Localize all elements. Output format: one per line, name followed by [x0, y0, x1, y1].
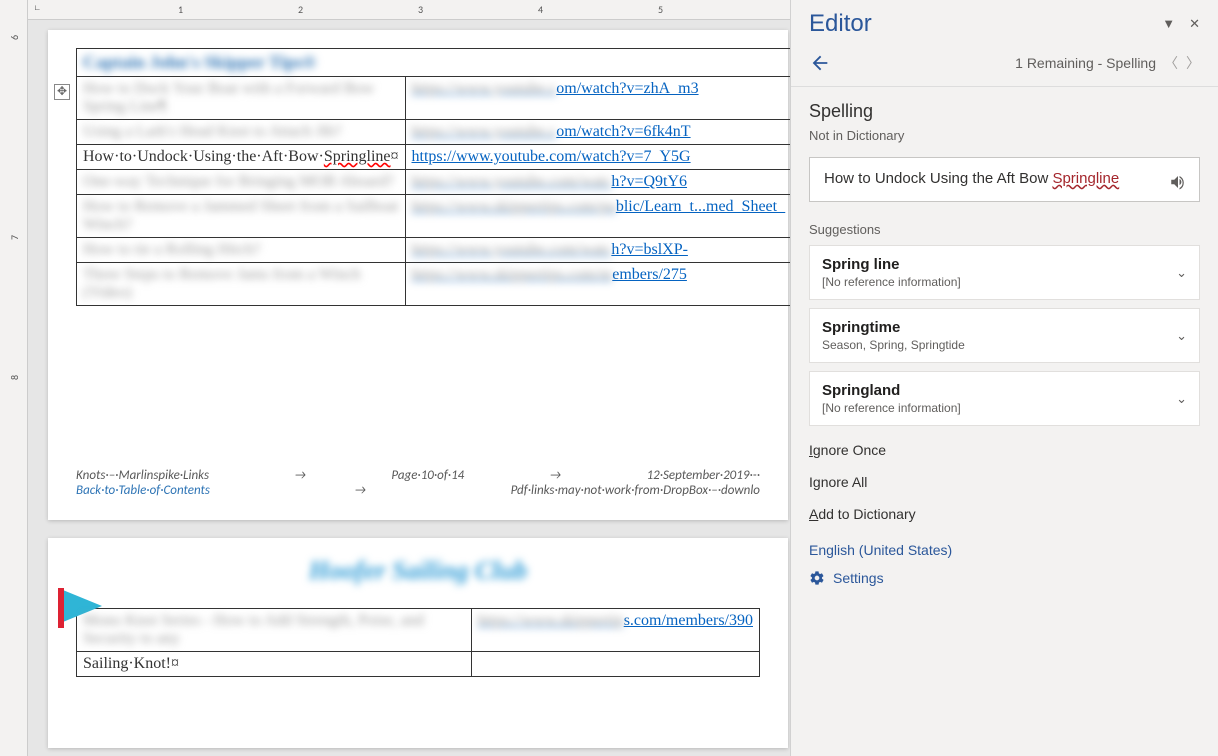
footer-page-number: Page·10·of·14 [391, 468, 464, 483]
table-move-handle-icon[interactable]: ✥ [54, 84, 70, 100]
back-button[interactable] [809, 52, 831, 74]
remaining-label: 1 Remaining - Spelling [1015, 55, 1156, 71]
vertical-ruler: 6 7 8 [0, 0, 28, 756]
vruler-label: 7 [8, 235, 21, 240]
ignore-all-button[interactable]: Ignore All [791, 466, 1218, 498]
table-cell: Using a Lark's Head Knot to Attach Jib? [77, 120, 406, 145]
table-cell-url[interactable]: https://www.youtube.com/watch?v=7_Y5G [405, 145, 790, 170]
links-table: Captain John's Skipper Tips® How to Dock… [76, 48, 790, 306]
section-heading: Spelling [791, 87, 1218, 128]
editor-pane: Editor ▼ ✕ 1 Remaining - Spelling 〈 〉 Sp… [790, 0, 1218, 756]
vruler-label: 8 [8, 375, 21, 380]
table-cell: One-way Technique for Bringing MOB Aboar… [77, 170, 406, 195]
context-sentence-box: How to Undock Using the Aft Bow Springli… [809, 157, 1200, 202]
ignore-once-button[interactable]: Ignore Once [791, 434, 1218, 466]
suggestion-word: Spring line [822, 256, 961, 273]
suggestion-word: Springland [822, 382, 961, 399]
page2-heading: Hoofer Sailing Club [76, 556, 760, 586]
read-aloud-button[interactable] [1169, 173, 1187, 191]
chevron-down-icon[interactable]: ⌄ [1176, 328, 1187, 344]
not-in-dictionary-label: Not in Dictionary [791, 128, 1218, 153]
suggestions-label: Suggestions [791, 216, 1218, 245]
table-heading: Captain John's Skipper Tips® [77, 49, 791, 77]
page-scroll[interactable]: ✥ Captain John's Skipper Tips® How to Do… [28, 20, 790, 756]
hruler-label: 5 [658, 3, 663, 16]
chevron-down-icon[interactable]: ⌄ [1176, 391, 1187, 407]
suggestion-info: [No reference information] [822, 401, 961, 415]
pane-dropdown-icon[interactable]: ▼ [1162, 16, 1175, 32]
footer-date: 12·September·2019·-· [647, 468, 760, 483]
settings-link[interactable]: Settings [791, 564, 1218, 600]
context-error-word: Springline [1052, 170, 1119, 187]
page-footer: Knots·–·Marlinspike·Links→ Page·10·of·14… [76, 468, 760, 498]
footer-note: Pdf·links·may·not·work·from·DropBox·–·do… [511, 483, 760, 498]
table-cell: How to Remove a Jammed Sheet from a Sail… [77, 195, 406, 238]
table-cell[interactable]: Sailing·Knot!¤ [77, 652, 472, 677]
suggestion-info: Season, Spring, Springtide [822, 338, 965, 352]
tab-marker-icon[interactable]: ∟ [34, 0, 41, 13]
hruler-label: 2 [298, 3, 303, 16]
hruler-label: 1 [178, 3, 183, 16]
speaker-icon [1169, 173, 1187, 191]
next-issue-button[interactable]: 〉 [1186, 53, 1200, 73]
horizontal-ruler: ∟ 1 2 3 4 5 [28, 0, 790, 20]
footer-left: Knots·–·Marlinspike·Links [76, 468, 209, 483]
suggestion-word: Springtime [822, 319, 965, 336]
spelling-error-word[interactable]: Springline [324, 148, 391, 165]
table-cell: Mono Knot Series - How to Add Strength, … [77, 609, 472, 652]
gear-icon [809, 570, 825, 586]
arrow-left-icon [809, 52, 831, 74]
hruler-label: 3 [418, 3, 423, 16]
suggestion-item[interactable]: Springtime Season, Spring, Springtide ⌄ [809, 308, 1200, 363]
close-icon[interactable]: ✕ [1189, 16, 1200, 32]
prev-issue-button[interactable]: 〈 [1164, 53, 1178, 73]
add-to-dictionary-button[interactable]: Add to Dictionary [791, 498, 1218, 530]
chevron-down-icon[interactable]: ⌄ [1176, 265, 1187, 281]
footer-toc-link[interactable]: Back·to·Table·of·Contents [76, 483, 210, 498]
vruler-label: 6 [8, 35, 21, 40]
document-area: 6 7 8 ∟ 1 2 3 4 5 ✥ Captain John's Skipp… [0, 0, 790, 756]
table-cell-flagged[interactable]: How·to·Undock·Using·the·Aft·Bow·Springli… [77, 145, 406, 170]
suggestion-info: [No reference information] [822, 275, 961, 289]
hruler-label: 4 [538, 3, 543, 16]
suggestion-item[interactable]: Spring line [No reference information] ⌄ [809, 245, 1200, 300]
table-cell: How to Dock Your Boat with a Forward Bow… [77, 77, 406, 120]
suggestion-item[interactable]: Springland [No reference information] ⌄ [809, 371, 1200, 426]
table-cell: How to tie a Rolling Hitch? [77, 238, 406, 263]
settings-label: Settings [833, 570, 884, 586]
page2-table: Mono Knot Series - How to Add Strength, … [76, 608, 760, 677]
table-cell: Three Steps to Remove Jams from a Winch … [77, 263, 406, 306]
page-2: Hoofer Sailing Club Mono Knot Series - H… [48, 538, 788, 748]
language-link[interactable]: English (United States) [791, 530, 1218, 564]
page-1: ✥ Captain John's Skipper Tips® How to Do… [48, 30, 788, 520]
context-text: How to Undock Using the Aft Bow [824, 170, 1052, 187]
editor-title: Editor [809, 10, 872, 38]
